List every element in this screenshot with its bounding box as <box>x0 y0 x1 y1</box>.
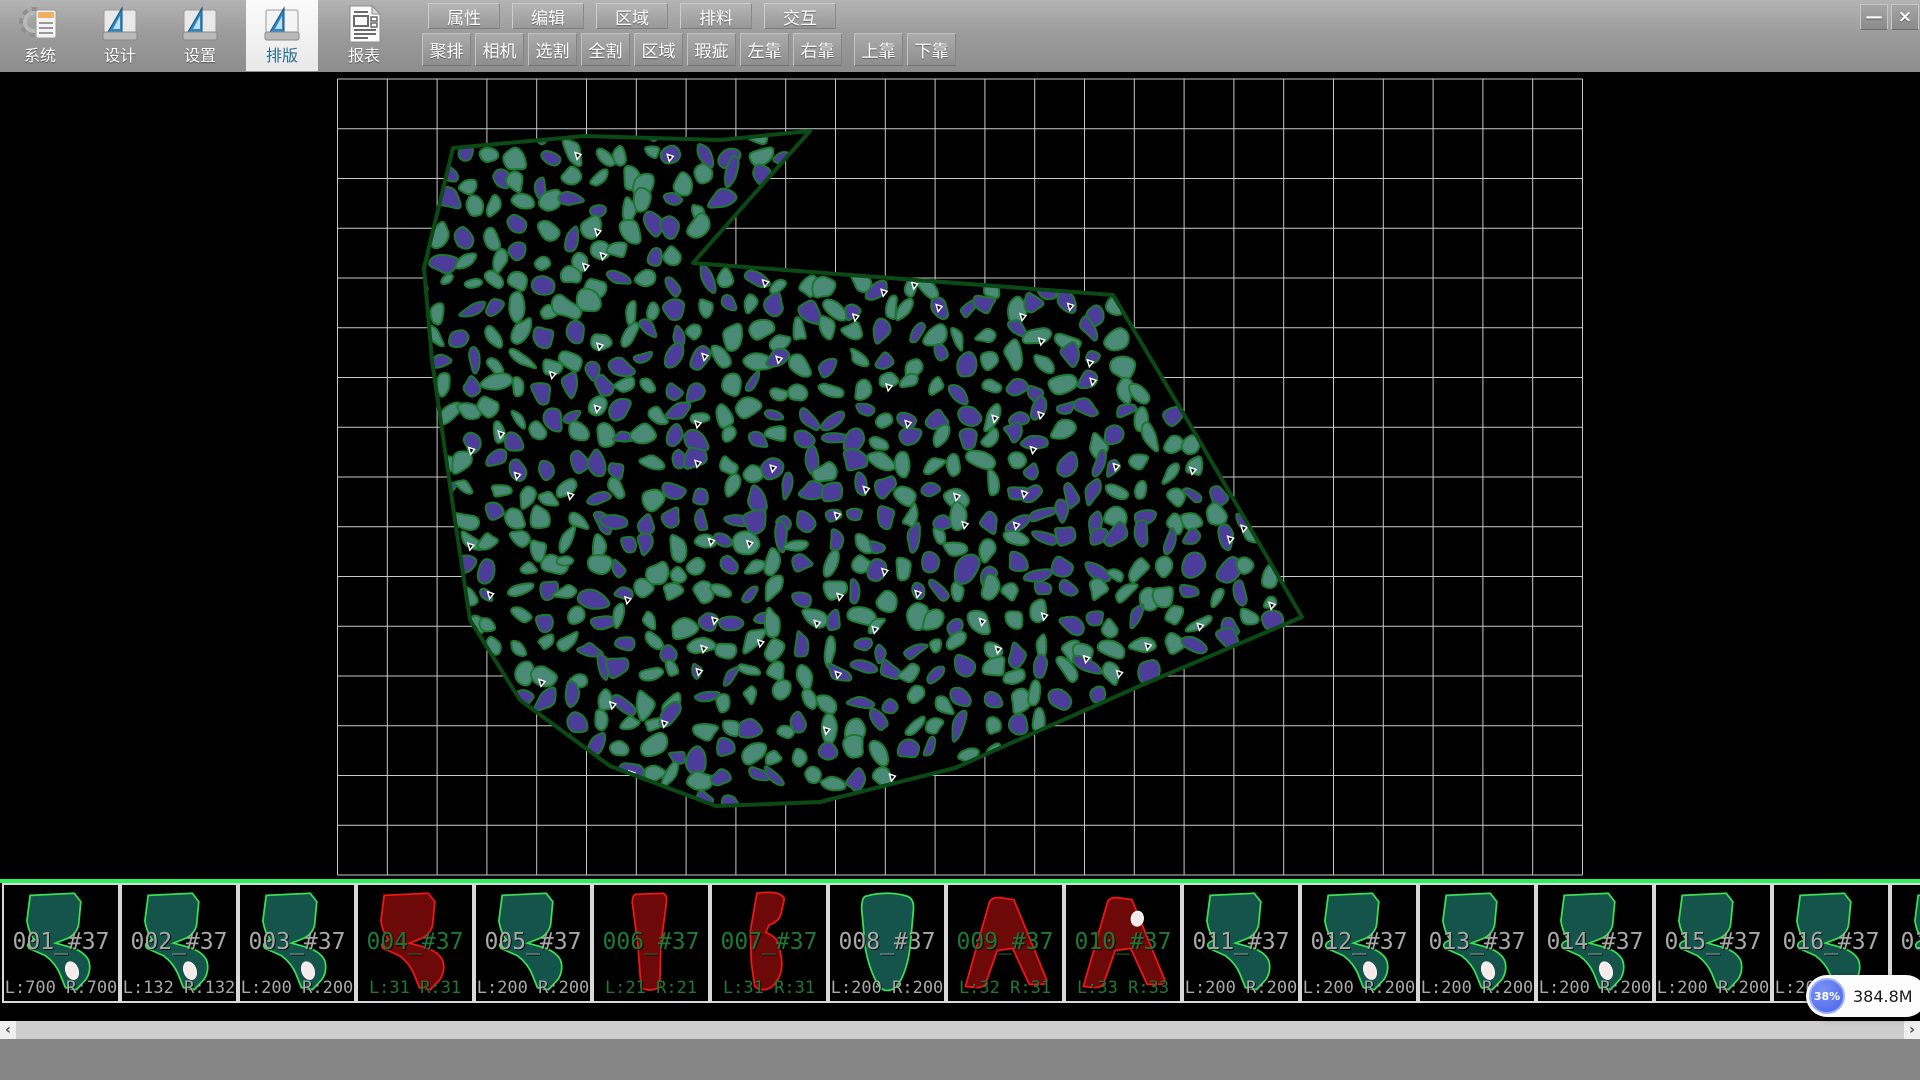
close-button[interactable]: × <box>1891 4 1919 30</box>
pattern-name: 001_#37 <box>4 929 118 955</box>
pattern-thumbnail-015_#37[interactable]: 015_#37 L:200 R:200 <box>1654 883 1772 1003</box>
pattern-name: 013_#37 <box>1420 929 1534 955</box>
design-button-label: 设计 <box>104 46 136 66</box>
nesting-button-label: 排版 <box>266 46 298 66</box>
status-bar <box>0 1039 1920 1080</box>
system-button[interactable]: 系统 <box>4 0 76 71</box>
scroll-right-arrow[interactable]: › <box>1904 1021 1920 1039</box>
pattern-thumbnail-004_#37[interactable]: 004_#37 L:31 R:31 <box>356 883 474 1003</box>
menu-tab-1[interactable]: 属性 <box>428 3 500 29</box>
scroll-left-arrow[interactable]: ‹ <box>0 1021 16 1039</box>
memory-usage-badge[interactable]: 38% 384.8M <box>1806 975 1920 1017</box>
minimize-button[interactable]: — <box>1860 4 1888 30</box>
percent-circle: 38% <box>1809 978 1845 1014</box>
pattern-lr-count: L:32 R:31 <box>948 978 1062 998</box>
pattern-name: 007_#37 <box>712 929 826 955</box>
pattern-lr-count: L:200 R:200 <box>1184 978 1298 998</box>
triangle-ruler-icon <box>260 2 304 46</box>
pattern-lr-count: L:200 R:200 <box>240 978 354 998</box>
gear-document-icon <box>18 2 62 46</box>
pattern-thumbnail-008_#37[interactable]: 008_#37 L:200 R:200 <box>828 883 946 1003</box>
toolbar: 系统 设计 设置 <box>0 0 1920 72</box>
pattern-name: 005_#37 <box>476 929 590 955</box>
pattern-lr-count: L:33 R:33 <box>1066 978 1180 998</box>
horizontal-scrollbar[interactable]: ‹ › <box>0 1021 1920 1039</box>
action-button-1[interactable]: 聚排 <box>422 33 471 66</box>
action-button-2[interactable]: 相机 <box>475 33 524 66</box>
pattern-name: 008_#37 <box>830 929 944 955</box>
pattern-name: 002_#37 <box>122 929 236 955</box>
pattern-thumbnail-014_#37[interactable]: 014_#37 L:200 R:200 <box>1536 883 1654 1003</box>
system-button-label: 系统 <box>24 46 56 66</box>
report-button[interactable]: 报表 <box>328 0 400 71</box>
design-button[interactable]: 设计 <box>84 0 156 71</box>
nest-drawing <box>0 72 1920 879</box>
action-button-3[interactable]: 选割 <box>528 33 577 66</box>
pattern-name: 015_#37 <box>1656 929 1770 955</box>
pattern-name: 017_#37 <box>1892 929 1920 955</box>
pattern-lr-count: L:200 R:200 <box>1420 978 1534 998</box>
menu-tab-4[interactable]: 排料 <box>680 3 752 29</box>
action-button-4[interactable]: 全割 <box>581 33 630 66</box>
pattern-name: 009_#37 <box>948 929 1062 955</box>
pattern-thumbnail-006_#37[interactable]: 006_#37 L:21 R:21 <box>592 883 710 1003</box>
pattern-lr-count: L:700 R:700 <box>4 978 118 998</box>
pattern-name: 004_#37 <box>358 929 472 955</box>
pattern-filmstrip: 001_#37L:700 R:700002_#37L:132 R:132003_… <box>0 883 1920 1003</box>
pattern-thumbnail-009_#37[interactable]: 009_#37 L:32 R:31 <box>946 883 1064 1003</box>
pattern-name: 003_#37 <box>240 929 354 955</box>
action-button-10[interactable]: 下靠 <box>907 33 956 66</box>
pattern-lr-count: L:31 R:31 <box>358 978 472 998</box>
nesting-canvas[interactable] <box>0 72 1920 879</box>
menu-tab-3[interactable]: 区域 <box>596 3 668 29</box>
nesting-button-active[interactable]: 排版 <box>246 0 318 71</box>
memory-value: 384.8M <box>1853 987 1913 1006</box>
settings-button[interactable]: 设置 <box>164 0 236 71</box>
pattern-thumbnail-005_#37[interactable]: 005_#37 L:200 R:200 <box>474 883 592 1003</box>
pattern-name: 011_#37 <box>1184 929 1298 955</box>
pattern-lr-count: L:200 R:200 <box>1302 978 1416 998</box>
pattern-lr-count: L:21 R:21 <box>594 978 708 998</box>
pattern-name: 016_#37 <box>1774 929 1888 955</box>
pattern-thumbnail-013_#37[interactable]: 013_#37 L:200 R:200 <box>1418 883 1536 1003</box>
action-button-row: 聚排相机选割全割区域瑕疵左靠右靠上靠下靠 <box>422 33 960 65</box>
pattern-lr-count: L:132 R:132 <box>122 978 236 998</box>
action-button-7[interactable]: 左靠 <box>740 33 789 66</box>
pattern-thumbnail-003_#37[interactable]: 003_#37 L:200 R:200 <box>238 883 356 1003</box>
menu-tab-row: 属性编辑区域排料交互 <box>428 3 848 29</box>
action-button-6[interactable]: 瑕疵 <box>687 33 736 66</box>
application-window: 系统 设计 设置 <box>0 0 1920 1080</box>
pattern-lr-count: L:31 R:31 <box>712 978 826 998</box>
pattern-lr-count: L:200 R:200 <box>1538 978 1652 998</box>
pattern-thumbnail-007_#37[interactable]: 007_#37 L:31 R:31 <box>710 883 828 1003</box>
action-button-8[interactable]: 右靠 <box>793 33 842 66</box>
pattern-thumbnail-001_#37[interactable]: 001_#37 L:700 R:700 <box>2 883 120 1003</box>
menu-tab-5[interactable]: 交互 <box>764 3 836 29</box>
pattern-name: 012_#37 <box>1302 929 1416 955</box>
pattern-thumbnail-010_#37[interactable]: 010_#37 L:33 R:33 <box>1064 883 1182 1003</box>
pattern-lr-count: L:200 R:200 <box>830 978 944 998</box>
pattern-thumbnail-011_#37[interactable]: 011_#37 L:200 R:200 <box>1182 883 1300 1003</box>
pattern-lr-count: L:200 R:200 <box>1656 978 1770 998</box>
pattern-thumbnail-002_#37[interactable]: 002_#37 L:132 R:132 <box>120 883 238 1003</box>
pattern-name: 010_#37 <box>1066 929 1180 955</box>
pattern-name: 014_#37 <box>1538 929 1652 955</box>
action-button-5[interactable]: 区域 <box>634 33 683 66</box>
menu-tab-2[interactable]: 编辑 <box>512 3 584 29</box>
pattern-lr-count: L:200 R:200 <box>476 978 590 998</box>
action-button-9[interactable]: 上靠 <box>854 33 903 66</box>
pattern-name: 006_#37 <box>594 929 708 955</box>
triangle-ruler-icon <box>98 2 142 46</box>
triangle-ruler-icon <box>178 2 222 46</box>
report-document-icon <box>342 2 386 46</box>
settings-button-label: 设置 <box>184 46 216 66</box>
report-button-label: 报表 <box>348 46 380 66</box>
pattern-thumbnail-012_#37[interactable]: 012_#37 L:200 R:200 <box>1300 883 1418 1003</box>
